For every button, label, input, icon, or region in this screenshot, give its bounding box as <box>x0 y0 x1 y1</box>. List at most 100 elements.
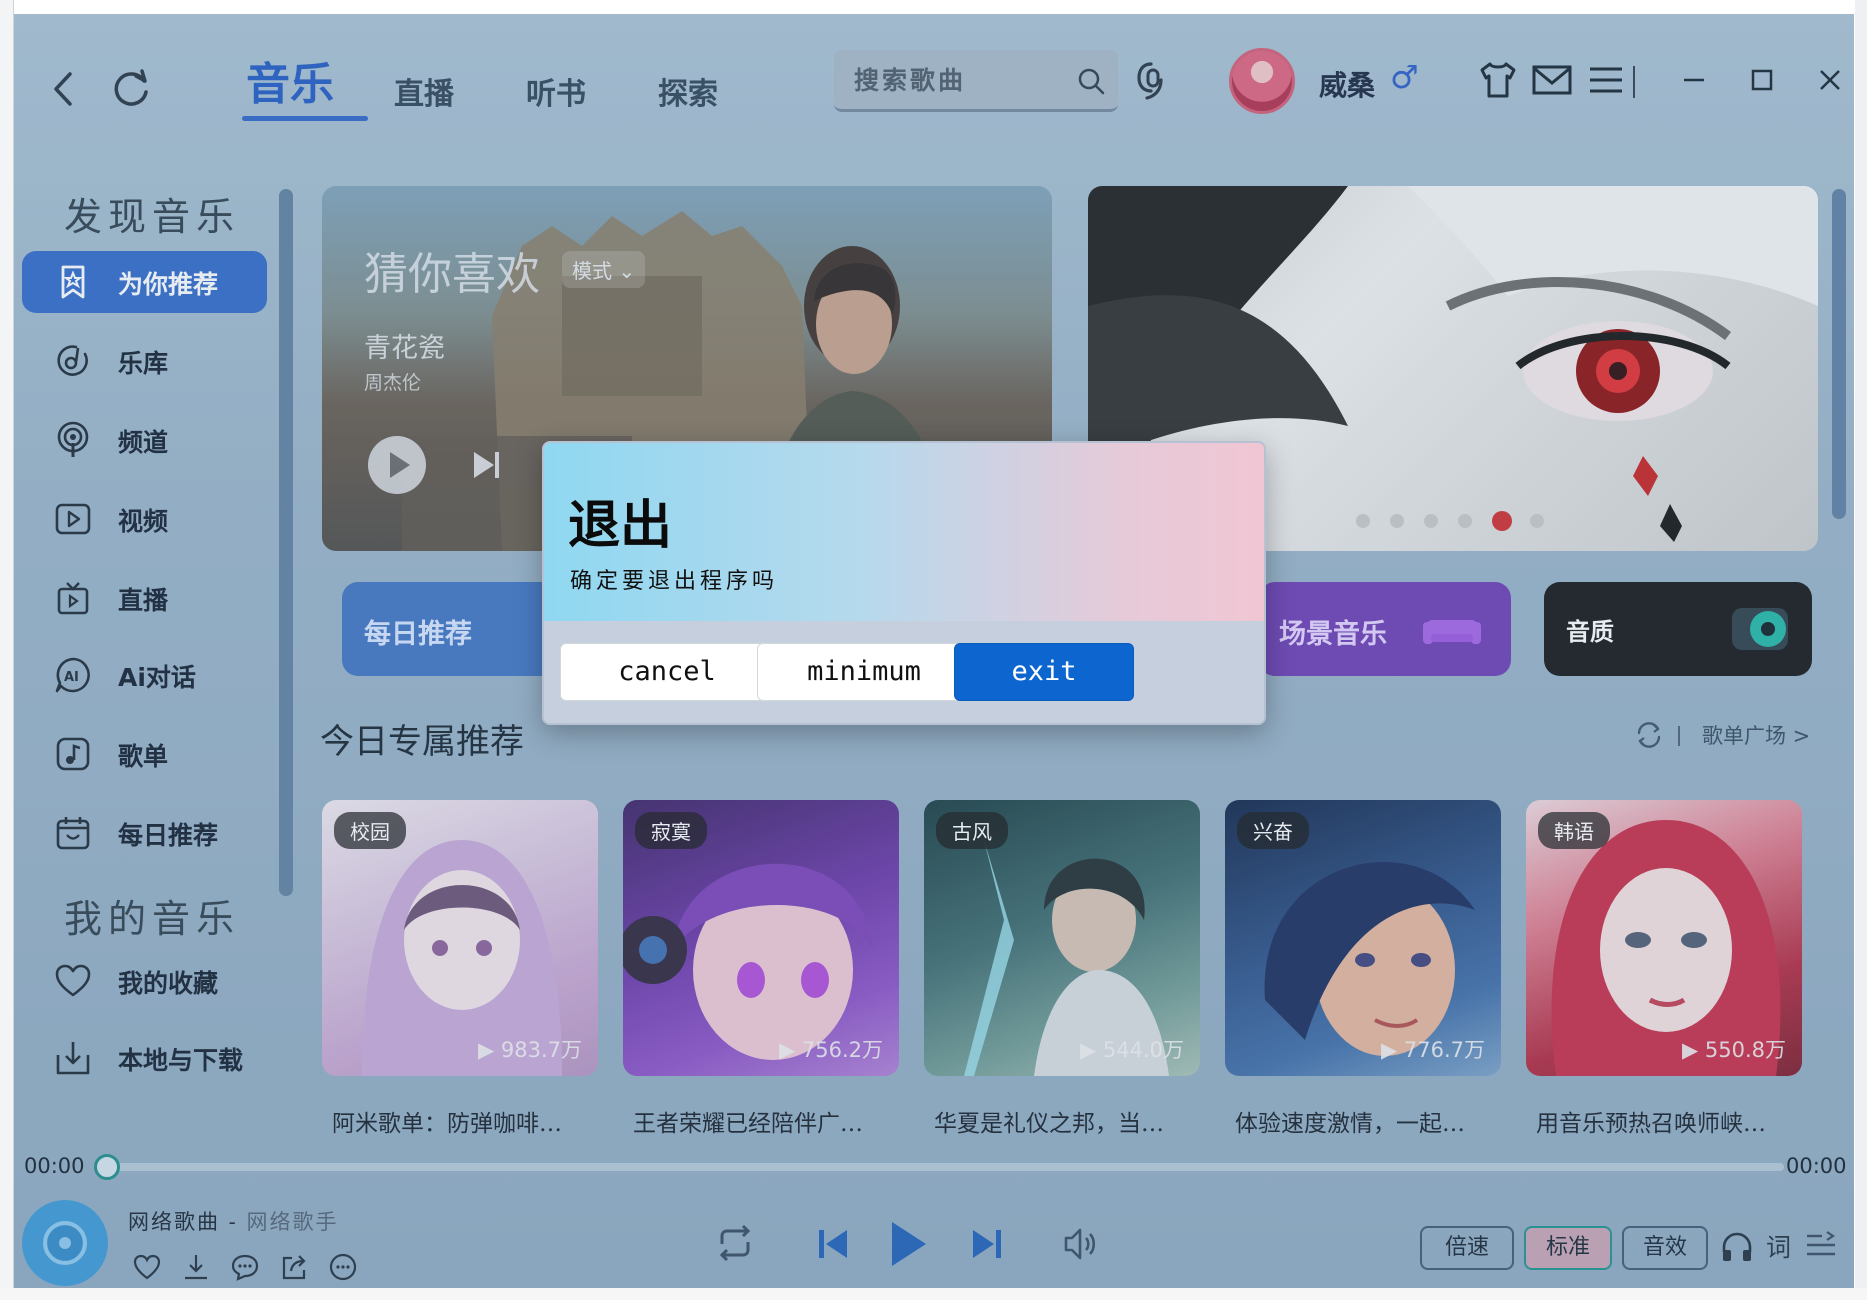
minimize-window-icon[interactable] <box>1672 58 1716 102</box>
mode-dropdown[interactable]: 模式 ⌄ <box>562 251 646 288</box>
next-track-icon[interactable] <box>470 448 504 482</box>
sidebar-heading-discover: 发现音乐 <box>64 195 241 239</box>
playlist-queue-icon[interactable] <box>1804 1230 1838 1260</box>
playlist-caption[interactable]: 华夏是礼仪之邦，当… <box>934 1104 1219 1138</box>
music-disc-icon <box>57 345 88 376</box>
sidebar-item-label: 我的收藏 <box>118 969 219 998</box>
disc-music-icon <box>43 1221 87 1265</box>
playlist-caption[interactable]: 阿米歌单：防弹咖啡… <box>332 1104 617 1138</box>
now-playing-artist: 网络歌手 <box>246 1210 339 1234</box>
more-options-icon[interactable] <box>328 1252 358 1282</box>
share-icon[interactable] <box>279 1252 309 1282</box>
sidebar-item-daily[interactable]: 每日推荐 <box>22 802 267 864</box>
quality-standard-button[interactable]: 标准 <box>1524 1226 1612 1270</box>
tab-audiobook[interactable]: 听书 <box>526 69 586 113</box>
carousel-dot[interactable] <box>1530 514 1544 528</box>
next-track-icon[interactable] <box>970 1226 1004 1262</box>
mail-icon[interactable] <box>1530 58 1574 102</box>
sidebar-scrollbar[interactable] <box>279 189 293 896</box>
heart-icon <box>55 964 91 997</box>
playlist-square-link[interactable]: 歌单广场 > <box>1702 720 1810 750</box>
progress-track[interactable] <box>94 1163 1784 1171</box>
carousel-dot[interactable] <box>1356 514 1370 528</box>
scene-music-card[interactable]: 场景音乐 <box>1259 582 1511 676</box>
sidebar-item-recommend[interactable]: 为你推荐 <box>22 251 267 313</box>
playlist-tag: 寂寞 <box>635 812 707 849</box>
user-avatar[interactable] <box>1229 48 1295 114</box>
playlist-caption[interactable]: 用音乐预热召唤师峡… <box>1536 1104 1821 1138</box>
playlist-card[interactable]: 韩语 ▶ 550.8万 <box>1526 800 1802 1076</box>
sidebar-item-ai-chat[interactable]: AI Ai对话 <box>22 644 267 706</box>
sidebar-item-library[interactable]: 乐库 <box>22 330 267 392</box>
menu-icon[interactable] <box>1584 58 1628 102</box>
playlist-caption[interactable]: 王者荣耀已经陪伴广… <box>633 1104 918 1138</box>
top-bar: 音乐 直播 听书 探索 威桑 ♂ <box>14 14 1854 144</box>
close-window-icon[interactable] <box>1808 58 1852 102</box>
play-pause-icon[interactable] <box>886 1218 930 1270</box>
play-count: ▶ 776.7万 <box>1381 1038 1485 1062</box>
playlist-card[interactable]: 兴奋 ▶ 776.7万 <box>1225 800 1501 1076</box>
sidebar-item-video[interactable]: 视频 <box>22 488 267 550</box>
play-icon[interactable] <box>368 436 426 494</box>
sidebar-item-label: 乐库 <box>118 349 169 378</box>
sidebar-item-live[interactable]: 直播 <box>22 567 267 629</box>
progress-knob[interactable] <box>94 1154 120 1180</box>
content-scrollbar[interactable] <box>1832 189 1846 519</box>
play-count: ▶ 550.8万 <box>1682 1038 1786 1062</box>
lyrics-button[interactable]: 词 <box>1766 1228 1791 1264</box>
gender-male-icon: ♂ <box>1390 58 1419 96</box>
refresh-recommend-icon[interactable] <box>1634 720 1664 750</box>
cancel-button[interactable]: cancel <box>560 643 774 701</box>
podcast-icon <box>57 421 89 457</box>
like-heart-icon[interactable] <box>132 1252 162 1282</box>
exit-button[interactable]: exit <box>954 643 1134 701</box>
playback-speed-button[interactable]: 倍速 <box>1420 1226 1514 1270</box>
sidebar-item-playlist[interactable]: 歌单 <box>22 723 267 785</box>
minimize-button[interactable]: minimum <box>757 643 971 701</box>
sound-quality-card[interactable]: 音质 <box>1544 582 1812 676</box>
playlist-caption[interactable]: 体验速度激情，一起… <box>1235 1104 1520 1138</box>
sidebar-item-label: Ai对话 <box>118 663 196 692</box>
repeat-mode-icon[interactable] <box>714 1222 756 1264</box>
previous-track-icon[interactable] <box>816 1226 850 1262</box>
total-time: 00:00 <box>1786 1154 1847 1178</box>
sidebar-item-downloads[interactable]: 本地与下载 <box>22 1027 267 1089</box>
tab-music[interactable]: 音乐 <box>246 48 334 112</box>
tv-icon <box>57 582 89 615</box>
search-icon[interactable] <box>1076 66 1106 96</box>
carousel-dot-active[interactable] <box>1492 511 1512 531</box>
playlist-card[interactable]: 寂寞 ▶ 756.2万 <box>623 800 899 1076</box>
carousel-dot[interactable] <box>1390 514 1404 528</box>
sidebar-item-channel[interactable]: 频道 <box>22 409 267 471</box>
headphones-icon[interactable] <box>1720 1230 1754 1264</box>
album-disc[interactable] <box>22 1200 108 1286</box>
sidebar-item-label: 为你推荐 <box>118 270 219 299</box>
carousel-dot[interactable] <box>1458 514 1472 528</box>
download-icon <box>56 1042 90 1075</box>
carousel-dot[interactable] <box>1424 514 1438 528</box>
tab-explore[interactable]: 探索 <box>658 69 718 113</box>
download-song-icon[interactable] <box>181 1252 211 1282</box>
search-input[interactable] <box>854 62 1054 98</box>
playlist-card[interactable]: 校园 ▶ 983.7万 <box>322 800 598 1076</box>
tab-live[interactable]: 直播 <box>394 69 454 113</box>
sidebar-item-favorites[interactable]: 我的收藏 <box>22 950 267 1012</box>
sidebar-item-label: 视频 <box>118 507 169 536</box>
voice-search-icon[interactable] <box>1131 58 1171 106</box>
play-count-value: 544.0万 <box>1102 1038 1184 1062</box>
sound-effect-button[interactable]: 音效 <box>1622 1226 1708 1270</box>
daily-recommend-card[interactable]: 每日推荐 <box>342 582 572 676</box>
skin-shirt-icon[interactable] <box>1476 58 1520 102</box>
maximize-window-icon[interactable] <box>1740 58 1784 102</box>
back-arrow-icon[interactable] <box>44 64 80 114</box>
refresh-icon[interactable] <box>106 64 156 114</box>
playlist-card[interactable]: 古风 ▶ 544.0万 <box>924 800 1200 1076</box>
play-count-value: 983.7万 <box>500 1038 582 1062</box>
sidebar-item-label: 本地与下载 <box>118 1046 244 1075</box>
dialog-title: 退出 <box>568 496 673 556</box>
volume-icon[interactable] <box>1062 1224 1098 1264</box>
active-tab-indicator <box>242 116 368 121</box>
now-playing: 网络歌曲 - 网络歌手 <box>128 1206 338 1236</box>
username[interactable]: 威桑 <box>1319 64 1375 104</box>
comment-icon[interactable] <box>230 1252 260 1282</box>
